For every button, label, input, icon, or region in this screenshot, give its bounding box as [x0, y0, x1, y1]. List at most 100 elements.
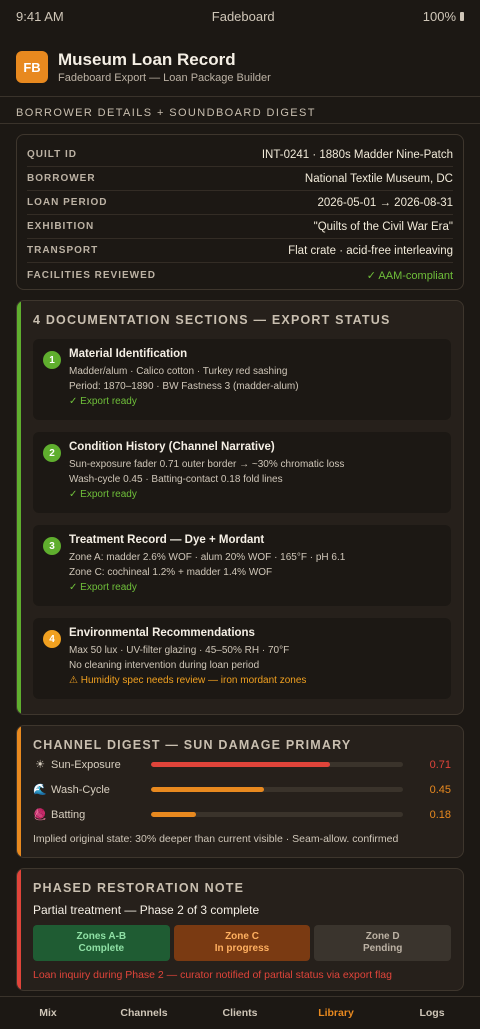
doc-section-detail: Max 50 lux · UV-filter glazing · 45–50% …: [69, 645, 290, 656]
meter-value: 0.71: [429, 758, 451, 771]
meter-batting: 🧶 Batting 0.18: [33, 802, 451, 827]
export-status: ✓ Export ready: [69, 582, 137, 593]
step-badge: 2: [43, 444, 61, 462]
zone-chip-a-b[interactable]: Zones A-B Complete: [33, 925, 170, 961]
nav-tab-channels[interactable]: Channels: [96, 997, 192, 1029]
meter-fill: [151, 812, 197, 817]
borrower-row-value: 2026-05-01 → 2026-08-31: [317, 196, 453, 209]
borrower-row-exhibition: EXHIBITION "Quilts of the Civil War Era": [27, 215, 453, 239]
doc-section-material-identification[interactable]: 1 Material Identification Madder/alum · …: [33, 339, 451, 420]
meter-label: Batting: [51, 808, 86, 821]
borrower-details-card: QUILT ID INT-0241 · 1880s Madder Nine-Pa…: [16, 134, 464, 290]
zone-status-row: Zones A-B Complete Zone C In progress Zo…: [33, 925, 452, 961]
status-time: 9:41 AM: [16, 8, 64, 24]
doc-section-detail: No cleaning intervention during loan per…: [69, 660, 260, 671]
borrower-row-transport: TRANSPORT Flat crate · acid-free interle…: [27, 239, 453, 263]
borrower-row-key: EXHIBITION: [27, 221, 95, 232]
doc-section-environmental-recommendations[interactable]: 4 Environmental Recommendations Max 50 l…: [33, 618, 451, 699]
borrower-row-quilt-id: QUILT ID INT-0241 · 1880s Madder Nine-Pa…: [27, 143, 453, 167]
battery-icon: [460, 11, 464, 21]
nav-tab-mix[interactable]: Mix: [0, 997, 96, 1029]
nav-tab-library[interactable]: Library: [288, 997, 384, 1029]
doc-section-title: Environmental Recommendations: [69, 627, 255, 639]
status-battery: 100%: [423, 9, 464, 24]
page-title: Museum Loan Record: [58, 49, 236, 69]
borrower-row-key: BORROWER: [27, 173, 96, 184]
channel-digest-card: CHANNEL DIGEST — SUN DAMAGE PRIMARY ☀ Su…: [16, 725, 464, 858]
nav-tab-logs[interactable]: Logs: [384, 997, 480, 1029]
meter-label: Sun-Exposure: [51, 758, 121, 771]
doc-section-title: Condition History (Channel Narrative): [69, 441, 275, 453]
meter-track: [151, 812, 403, 817]
export-status: ✓ Export ready: [69, 396, 137, 407]
card-accent-bar: [17, 869, 21, 990]
documentation-card-title: 4 DOCUMENTATION SECTIONS — EXPORT STATUS: [33, 313, 391, 327]
borrower-section-heading: BORROWER DETAILS + SOUNDBOARD DIGEST: [16, 107, 316, 119]
doc-section-detail: Zone C: cochineal 1.2% + madder 1.4% WOF: [69, 567, 273, 578]
yarn-icon: 🧶: [33, 809, 47, 821]
borrower-row-value: National Textile Museum, DC: [304, 172, 453, 185]
borrower-row-key: TRANSPORT: [27, 245, 99, 256]
doc-section-detail: Period: 1870–1890 · BW Fastness 3 (madde…: [69, 381, 299, 392]
phase-card-title: PHASED RESTORATION NOTE: [33, 881, 245, 895]
meter-fill: [151, 787, 265, 792]
meter-label: Wash-Cycle: [51, 783, 110, 796]
doc-section-title: Material Identification: [69, 348, 188, 360]
zone-name: Zone D: [365, 931, 400, 942]
doc-section-detail: Madder/alum · Calico cotton · Turkey red…: [69, 366, 288, 377]
doc-section-detail: Wash-cycle 0.45 · Batting-contact 0.18 f…: [69, 474, 283, 485]
borrower-row-value: Flat crate · acid-free interleaving: [288, 244, 453, 257]
phased-restoration-card: PHASED RESTORATION NOTE Partial treatmen…: [16, 868, 464, 991]
zone-chip-d[interactable]: Zone D Pending: [314, 925, 452, 961]
doc-section-condition-history[interactable]: 2 Condition History (Channel Narrative) …: [33, 432, 451, 513]
app-header: FB Museum Loan Record Fadeboard Export —…: [0, 32, 480, 90]
borrower-row-key: QUILT ID: [27, 149, 78, 160]
borrower-row-facilities: FACILITIES REVIEWED ✓ AAM-compliant: [27, 263, 453, 287]
meter-value: 0.45: [429, 783, 451, 796]
wave-icon: 🌊: [33, 784, 47, 796]
meter-label-group: 🌊 Wash-Cycle: [33, 783, 151, 797]
zone-status: In progress: [214, 943, 270, 954]
meter-label-group: 🧶 Batting: [33, 808, 151, 822]
meter-track: [151, 787, 403, 792]
status-bar: 9:41 AM Fadeboard 100%: [0, 0, 480, 32]
facilities-status-badge: ✓ AAM-compliant: [366, 269, 453, 282]
bottom-nav: Mix Channels Clients Library Logs: [0, 996, 480, 1029]
doc-section-detail: Zone A: madder 2.6% WOF · alum 20% WOF ·…: [69, 552, 346, 563]
meter-wash-cycle: 🌊 Wash-Cycle 0.45: [33, 777, 451, 802]
page-subtitle: Fadeboard Export — Loan Package Builder: [58, 71, 271, 84]
sun-icon: ☀: [35, 759, 45, 771]
phase-alert-text: Loan inquiry during Phase 2 — curator no…: [33, 969, 392, 981]
digest-card-title: CHANNEL DIGEST — SUN DAMAGE PRIMARY: [33, 738, 352, 752]
zone-status: Pending: [362, 943, 403, 954]
meter-label-group: ☀ Sun-Exposure: [33, 758, 151, 772]
warning-status: ⚠ Humidity spec needs review — iron mord…: [69, 675, 307, 686]
meter-value: 0.18: [429, 808, 451, 821]
meter-fill: [151, 762, 330, 767]
step-badge: 3: [43, 537, 61, 555]
step-badge: 4: [43, 630, 61, 648]
doc-section-detail: Sun-exposure fader 0.71 outer border → ~…: [69, 459, 345, 470]
doc-section-treatment-record[interactable]: 3 Treatment Record — Dye + Mordant Zone …: [33, 525, 451, 606]
card-accent-bar: [17, 726, 21, 857]
zone-chip-c[interactable]: Zone C In progress: [173, 925, 311, 961]
documentation-sections-card: 4 DOCUMENTATION SECTIONS — EXPORT STATUS…: [16, 300, 464, 715]
phase-progress-text: Partial treatment — Phase 2 of 3 complet…: [33, 903, 260, 917]
zone-name: Zone C: [225, 931, 259, 942]
status-app-name: Fadeboard: [211, 8, 275, 24]
digest-note: Implied original state: 30% deeper than …: [33, 833, 399, 845]
borrower-row-borrower: BORROWER National Textile Museum, DC: [27, 167, 453, 191]
nav-tab-clients[interactable]: Clients: [192, 997, 288, 1029]
borrower-row-value: "Quilts of the Civil War Era": [313, 220, 453, 233]
zone-name: Zones A-B: [76, 931, 127, 942]
battery-percent: 100%: [422, 8, 456, 24]
export-status: ✓ Export ready: [69, 489, 137, 500]
borrower-row-loan-period: LOAN PERIOD 2026-05-01 → 2026-08-31: [27, 191, 453, 215]
meter-track: [151, 762, 403, 767]
borrower-row-value: INT-0241 · 1880s Madder Nine-Patch: [261, 148, 453, 161]
borrower-row-key: LOAN PERIOD: [27, 197, 108, 208]
zone-status: Complete: [78, 943, 125, 954]
doc-section-title: Treatment Record — Dye + Mordant: [69, 534, 265, 546]
app-logo: FB: [16, 51, 48, 83]
card-accent-bar: [17, 301, 21, 714]
